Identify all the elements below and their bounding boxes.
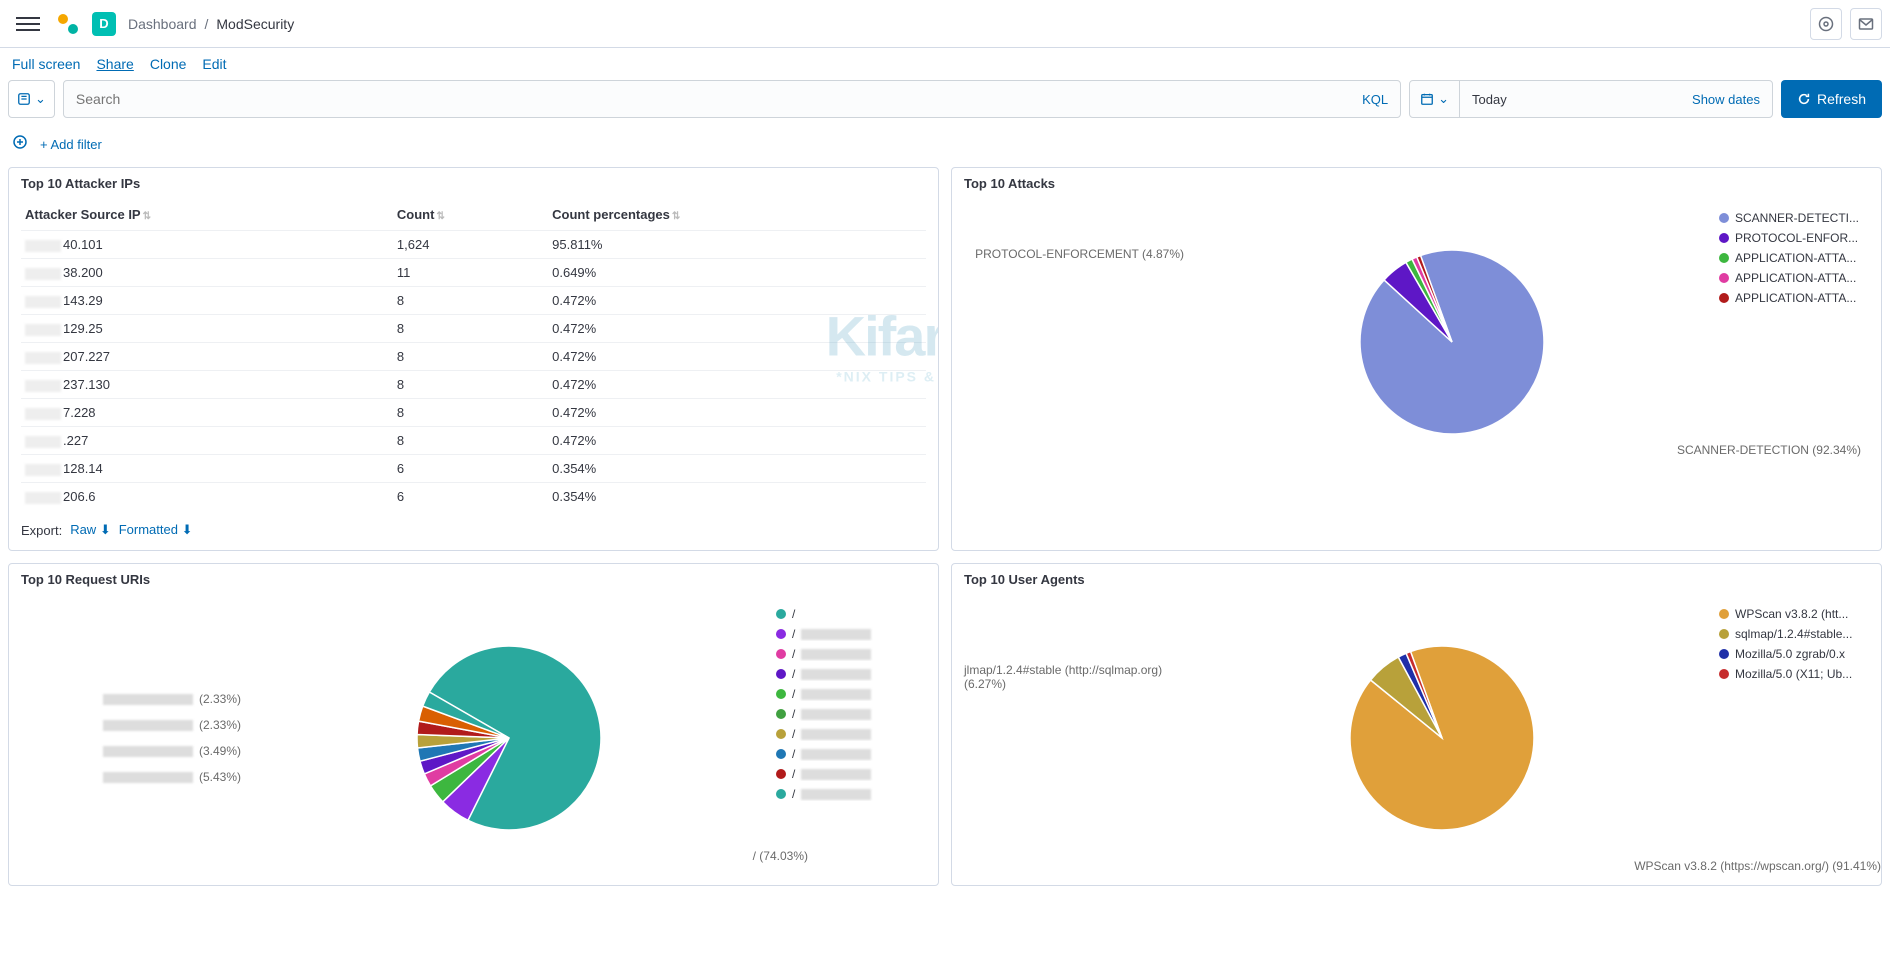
table-row[interactable]: 237.13080.472% [21,371,926,399]
table-row[interactable]: 40.1011,62495.811% [21,231,926,259]
legend-item[interactable]: / [776,607,926,621]
legend-item[interactable]: / [776,687,926,701]
legend-item[interactable]: / [776,627,926,641]
pie-label: (2.33%) [103,692,241,706]
clone-link[interactable]: Clone [150,56,187,72]
legend-item[interactable]: / [776,707,926,721]
dashboard-toolbar: Full screen Share Clone Edit [0,48,1890,80]
col-count[interactable]: Count⇅ [393,199,548,231]
panel-title: Top 10 Request URIs [9,564,938,595]
uris-legend: / / / / / / / / / / [776,603,926,873]
legend-item[interactable]: / [776,747,926,761]
pie-label-protocol: PROTOCOL-ENFORCEMENT (4.87%) [975,247,1184,261]
menu-icon[interactable] [16,12,40,36]
panel-attacks: Top 10 Attacks PROTOCOL-ENFORCEMENT (4.8… [951,167,1882,551]
panel-title: Top 10 Attacker IPs [9,168,938,199]
legend-item[interactable]: / [776,667,926,681]
saved-queries-button[interactable]: ⌄ [8,80,55,118]
search-input-wrap[interactable]: KQL [63,80,1401,118]
legend-item[interactable]: PROTOCOL-ENFOR... [1719,231,1869,245]
uris-pie-chart[interactable] [409,638,609,838]
table-row[interactable]: 207.22780.472% [21,343,926,371]
fullscreen-link[interactable]: Full screen [12,56,80,72]
legend-item[interactable]: Mozilla/5.0 zgrab/0.x [1719,647,1869,661]
legend-item[interactable]: APPLICATION-ATTA... [1719,271,1869,285]
panel-user-agents: Top 10 User Agents jlmap/1.2.4#stable (h… [951,563,1882,886]
breadcrumb: Dashboard / ModSecurity [128,16,294,32]
export-label: Export: [21,523,62,538]
col-ip[interactable]: Attacker Source IP⇅ [21,199,393,231]
pie-label-root: / (74.03%) [753,849,808,863]
table-row[interactable]: .22780.472% [21,427,926,455]
panels-grid: Top 10 Attacker IPs Attacker Source IP⇅ … [0,167,1890,894]
show-dates-link[interactable]: Show dates [1680,92,1772,107]
uri-labels: (2.33%) (2.33%) (3.49%) (5.43%) [21,603,241,873]
table-row[interactable]: 129.2580.472% [21,315,926,343]
legend-item[interactable]: sqlmap/1.2.4#stable... [1719,627,1869,641]
pie-label-wpscan: WPScan v3.8.2 (https://wpscan.org/) (91.… [1634,859,1881,873]
attacks-pie-chart[interactable] [1352,242,1552,442]
legend-item[interactable]: / [776,647,926,661]
export-raw-link[interactable]: Raw ⬇ [70,522,111,538]
table-row[interactable]: 7.22880.472% [21,399,926,427]
breadcrumb-current: ModSecurity [216,16,294,32]
pie-label: (2.33%) [103,718,241,732]
ua-pie-chart[interactable] [1342,638,1542,838]
table-row[interactable]: 206.660.354% [21,483,926,511]
attacker-ips-table: Attacker Source IP⇅ Count⇅ Count percent… [21,199,926,510]
breadcrumb-sep: / [205,16,209,32]
kql-toggle[interactable]: KQL [1362,92,1388,107]
edit-link[interactable]: Edit [202,56,226,72]
pie-label-sqlmap: jlmap/1.2.4#stable (http://sqlmap.org) (… [964,663,1164,691]
pie-label-scanner: SCANNER-DETECTION (92.34%) [1677,443,1861,457]
attacks-legend: SCANNER-DETECTI... PROTOCOL-ENFOR... APPLI… [1719,207,1869,477]
dashboard-badge[interactable]: D [92,12,116,36]
mail-icon[interactable] [1850,8,1882,40]
export-row: Export: Raw ⬇ Formatted ⬇ [9,510,938,550]
refresh-button[interactable]: Refresh [1781,80,1882,118]
table-row[interactable]: 38.200110.649% [21,259,926,287]
legend-item[interactable]: SCANNER-DETECTI... [1719,211,1869,225]
panel-title: Top 10 User Agents [952,564,1881,595]
panel-title: Top 10 Attacks [952,168,1881,199]
pie-label: (5.43%) [103,770,241,784]
top-nav: D Dashboard / ModSecurity [0,0,1890,48]
table-row[interactable]: 128.1460.354% [21,455,926,483]
legend-item[interactable]: / [776,727,926,741]
date-value[interactable]: Today [1460,92,1680,107]
chevron-down-icon: ⌄ [35,91,46,107]
date-picker: ⌄ Today Show dates [1409,80,1773,118]
breadcrumb-parent[interactable]: Dashboard [128,16,197,32]
legend-item[interactable]: Mozilla/5.0 (X11; Ub... [1719,667,1869,681]
table-row[interactable]: 143.2980.472% [21,287,926,315]
search-input[interactable] [76,91,1362,107]
legend-item[interactable]: / [776,767,926,781]
panel-attacker-ips: Top 10 Attacker IPs Attacker Source IP⇅ … [8,167,939,551]
elastic-logo-icon[interactable] [56,12,80,36]
panel-uris: Top 10 Request URIs (2.33%) (2.33%) (3.49%… [8,563,939,886]
calendar-icon[interactable]: ⌄ [1410,81,1460,117]
filter-bar: + Add filter [0,126,1890,167]
table-wrap: Attacker Source IP⇅ Count⇅ Count percent… [9,199,938,510]
newsfeed-icon[interactable] [1810,8,1842,40]
add-filter-link[interactable]: + Add filter [40,137,102,152]
ua-legend: WPScan v3.8.2 (htt... sqlmap/1.2.4#stable… [1719,603,1869,873]
filter-icon[interactable] [12,134,28,155]
query-bar: ⌄ KQL ⌄ Today Show dates Refresh [0,80,1890,126]
export-formatted-link[interactable]: Formatted ⬇ [119,522,193,538]
share-link[interactable]: Share [96,56,133,72]
pie-label: (3.49%) [103,744,241,758]
chevron-down-icon: ⌄ [1438,91,1449,107]
col-pct[interactable]: Count percentages⇅ [548,199,926,231]
legend-item[interactable]: WPScan v3.8.2 (htt... [1719,607,1869,621]
legend-item[interactable]: / [776,787,926,801]
legend-item[interactable]: APPLICATION-ATTA... [1719,251,1869,265]
legend-item[interactable]: APPLICATION-ATTA... [1719,291,1869,305]
